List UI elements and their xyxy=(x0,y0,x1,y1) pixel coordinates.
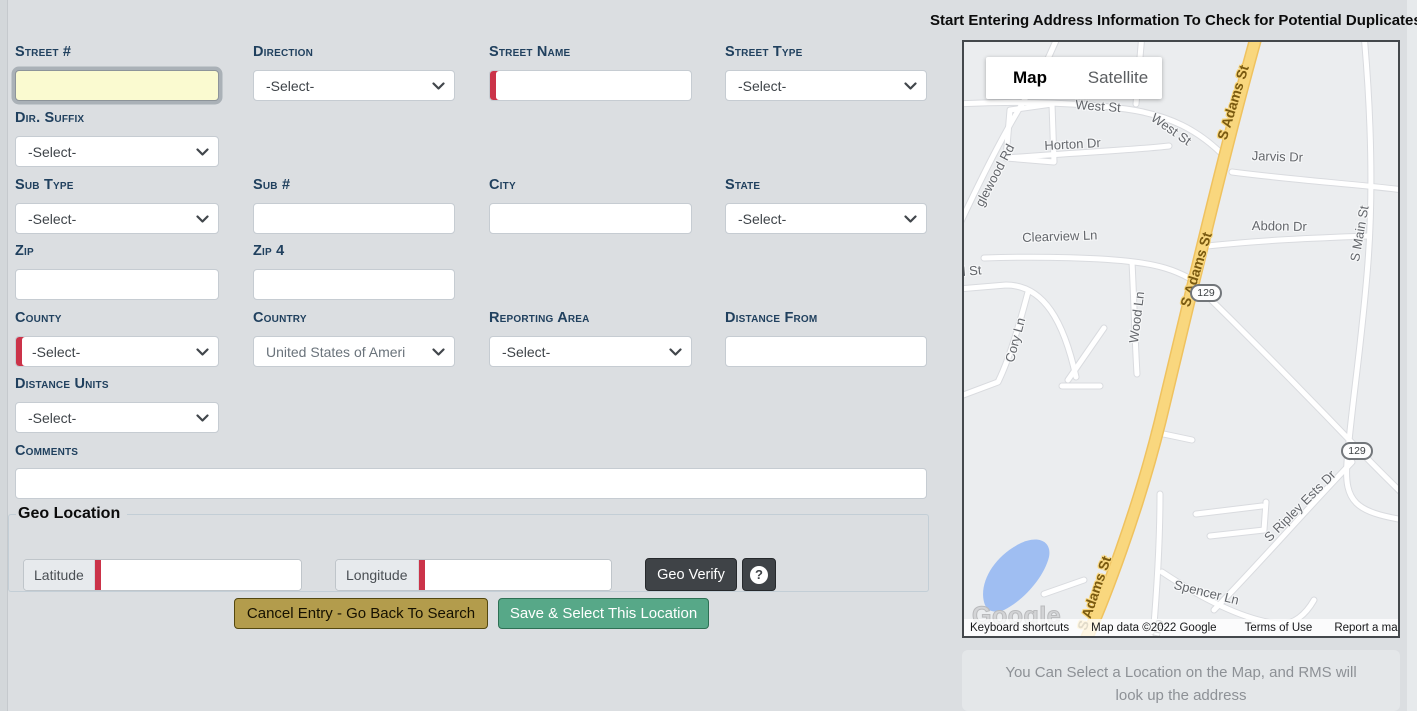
save-select-location-button[interactable]: Save & Select This Location xyxy=(498,598,709,629)
chevron-down-icon xyxy=(904,215,917,223)
longitude-group: Longitude xyxy=(335,559,612,591)
comments-input[interactable] xyxy=(15,468,927,499)
satellite-tab[interactable]: Satellite xyxy=(1074,57,1162,99)
sub-number-input[interactable] xyxy=(253,203,455,234)
street-label: Horton Dr xyxy=(1044,135,1101,153)
longitude-input[interactable] xyxy=(425,560,612,590)
map-data-credit: Map data ©2022 Google xyxy=(1091,622,1216,634)
keyboard-shortcuts-link[interactable]: Keyboard shortcuts xyxy=(970,622,1069,634)
chevron-down-icon xyxy=(196,148,209,156)
zip-label: Zip xyxy=(15,243,34,259)
chevron-down-icon xyxy=(196,348,209,356)
route-129-shield: 129 xyxy=(1341,442,1373,460)
distance-units-label: Distance Units xyxy=(15,376,109,392)
state-select[interactable]: -Select- xyxy=(725,203,927,234)
county-select[interactable]: -Select- xyxy=(15,336,219,367)
route-129-shield: 129 xyxy=(1190,284,1222,302)
street-type-select[interactable]: -Select- xyxy=(725,70,927,101)
geo-help-button[interactable]: ? xyxy=(742,558,776,591)
map-type-control: Map Satellite xyxy=(986,57,1162,99)
latitude-addon-label: Latitude xyxy=(24,560,95,590)
comments-label: Comments xyxy=(15,443,78,459)
chevron-down-icon xyxy=(196,414,209,422)
street-label: Clearview Ln xyxy=(1022,227,1098,245)
question-circle-icon: ? xyxy=(750,566,768,584)
city-input[interactable] xyxy=(489,203,692,234)
duplicates-notice: Start Entering Address Information To Ch… xyxy=(930,12,1396,29)
chevron-down-icon xyxy=(904,82,917,90)
latitude-input[interactable] xyxy=(101,560,301,590)
county-label: County xyxy=(15,310,62,326)
reporting-area-label: Reporting Area xyxy=(489,310,590,326)
map-canvas[interactable]: West St West St glewood Rd Horton Dr Jar… xyxy=(962,40,1400,638)
dir-suffix-select[interactable]: -Select- xyxy=(15,136,219,167)
right-edge-strip xyxy=(1407,0,1417,711)
terms-of-use-link[interactable]: Terms of Use xyxy=(1245,622,1313,634)
chevron-down-icon xyxy=(432,82,445,90)
zip4-input[interactable] xyxy=(253,269,455,300)
city-label: City xyxy=(489,177,516,193)
country-select[interactable]: United States of Ameri xyxy=(253,336,455,367)
longitude-addon-label: Longitude xyxy=(336,560,419,590)
geo-location-title: Geo Location xyxy=(16,505,127,523)
sub-type-select[interactable]: -Select- xyxy=(15,203,219,234)
sub-type-label: Sub Type xyxy=(15,177,74,193)
distance-units-select[interactable]: -Select- xyxy=(15,402,219,433)
chevron-down-icon xyxy=(669,348,682,356)
street-label: l St xyxy=(962,262,982,279)
country-label: Country xyxy=(253,310,307,326)
left-gutter xyxy=(0,0,8,711)
map-tab[interactable]: Map xyxy=(986,57,1074,99)
map-attribution: Keyboard shortcuts Map data ©2022 Google… xyxy=(964,619,1398,636)
distance-from-input[interactable] xyxy=(725,336,927,367)
address-entry-page: Street # Direction -Select- Street Name … xyxy=(0,0,1417,711)
chevron-down-icon xyxy=(196,215,209,223)
latitude-group: Latitude xyxy=(23,559,302,591)
zip4-label: Zip 4 xyxy=(253,243,284,259)
street-type-label: Street Type xyxy=(725,44,803,60)
zip-input[interactable] xyxy=(15,269,219,300)
report-map-error-link[interactable]: Report a map error xyxy=(1334,622,1400,634)
chevron-down-icon xyxy=(432,348,445,356)
map-hint-panel: You Can Select a Location on the Map, an… xyxy=(962,650,1400,711)
direction-select[interactable]: -Select- xyxy=(253,70,455,101)
sub-number-label: Sub # xyxy=(253,177,290,193)
street-number-label: Street # xyxy=(15,44,71,60)
geo-location-section: Geo Location Latitude Longitude Geo Veri… xyxy=(8,505,929,592)
state-label: State xyxy=(725,177,760,193)
cancel-entry-button[interactable]: Cancel Entry - Go Back To Search xyxy=(234,598,488,629)
direction-label: Direction xyxy=(253,44,313,60)
street-name-label: Street Name xyxy=(489,44,570,60)
street-label: West St xyxy=(1075,97,1121,115)
street-label: Jarvis Dr xyxy=(1251,148,1303,165)
street-label: Abdon Dr xyxy=(1252,218,1307,234)
street-name-input[interactable] xyxy=(489,70,692,101)
distance-from-label: Distance From xyxy=(725,310,817,326)
geo-verify-button[interactable]: Geo Verify xyxy=(645,558,737,591)
dir-suffix-label: Dir. Suffix xyxy=(15,110,84,126)
reporting-area-select[interactable]: -Select- xyxy=(489,336,692,367)
street-number-input[interactable] xyxy=(15,70,219,101)
